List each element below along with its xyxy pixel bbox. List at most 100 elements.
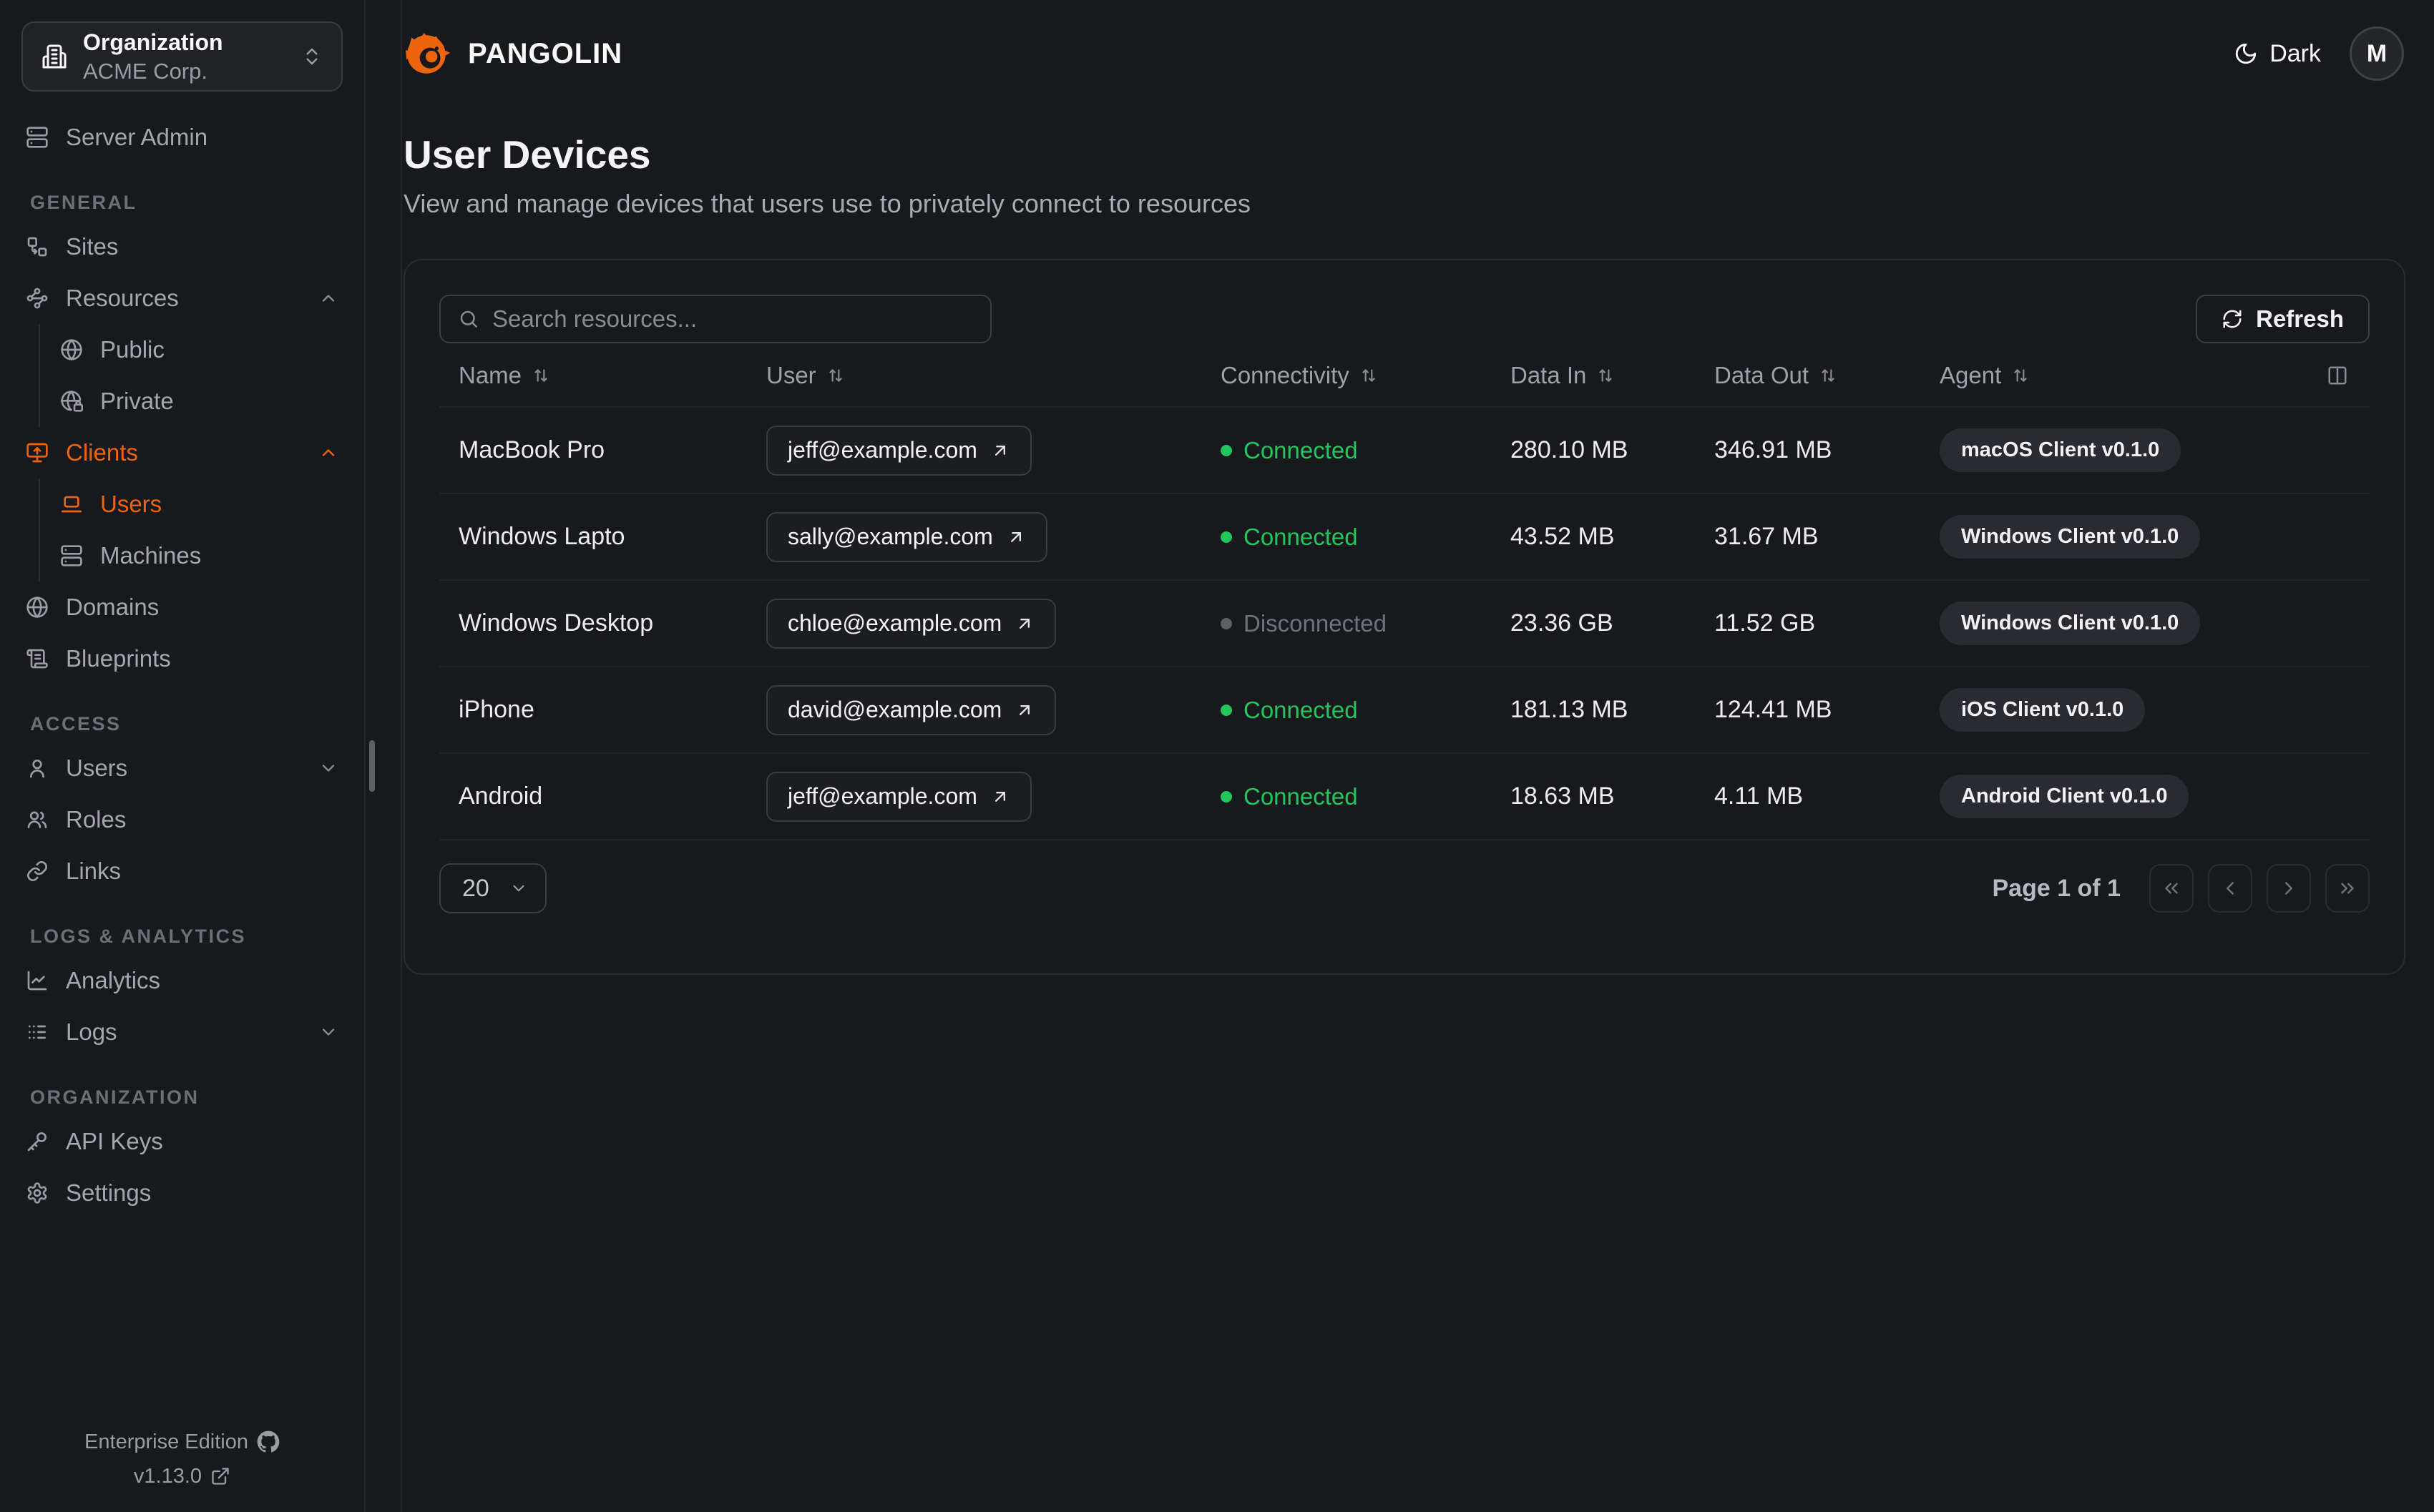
users-icon — [26, 808, 49, 831]
status-dot — [1221, 617, 1232, 629]
github-icon — [257, 1430, 280, 1453]
device-name: Android — [459, 782, 543, 810]
theme-label: Dark — [2269, 39, 2321, 67]
sidebar-item-roles[interactable]: Roles — [26, 794, 338, 845]
section-organization: ORGANIZATION — [30, 1086, 200, 1108]
refresh-button[interactable]: Refresh — [2196, 295, 2370, 343]
sidebar-item-analytics[interactable]: Analytics — [26, 955, 338, 1006]
previous-page-button[interactable] — [2208, 864, 2252, 913]
table-row: iPhone david@example.com Connected 181.1… — [439, 667, 2370, 754]
user-link[interactable]: sally@example.com — [766, 511, 1047, 562]
sidebar-item-domains[interactable]: Domains — [26, 581, 338, 633]
device-name: Windows Lapto — [459, 523, 625, 550]
org-switcher[interactable]: Organization ACME Corp. — [21, 21, 343, 92]
page-size-select[interactable]: 20 — [439, 863, 547, 913]
main-content: PANGOLIN Dark M User Devices View and ma… — [404, 0, 2434, 1512]
status-dot — [1221, 444, 1232, 456]
connectivity-status: Disconnected — [1201, 610, 1491, 637]
user-link[interactable]: chloe@example.com — [766, 598, 1057, 649]
data-in: 181.13 MB — [1510, 696, 1628, 723]
table-footer: 20 Page 1 of 1 — [439, 863, 2370, 913]
data-in: 43.52 MB — [1510, 523, 1615, 550]
chevron-down-icon — [509, 879, 528, 898]
sidebar-item-label: Machines — [100, 542, 202, 569]
status-dot — [1221, 790, 1232, 802]
column-header-data-out[interactable]: Data Out — [1695, 362, 1920, 389]
chevron-up-icon — [318, 288, 338, 308]
arrow-up-right-icon — [990, 787, 1010, 807]
chevron-left-icon — [2219, 878, 2241, 899]
sidebar-item-machines[interactable]: Machines — [60, 530, 338, 581]
last-page-button[interactable] — [2325, 864, 2370, 913]
page-title: User Devices — [404, 132, 651, 177]
edition-link[interactable]: Enterprise Edition — [0, 1425, 364, 1459]
connectivity-status: Connected — [1201, 697, 1491, 724]
sidebar-item-label: Private — [100, 388, 174, 414]
next-page-button[interactable] — [2267, 864, 2311, 913]
section-logs-analytics: LOGS & ANALYTICS — [30, 926, 247, 947]
search-input[interactable] — [492, 305, 973, 333]
user-link[interactable]: jeff@example.com — [766, 771, 1032, 822]
sidebar-item-public[interactable]: Public — [60, 324, 338, 375]
sidebar-item-api-keys[interactable]: API Keys — [26, 1116, 338, 1167]
sidebar-scrollbar-thumb[interactable] — [369, 740, 375, 792]
sidebar-item-settings[interactable]: Settings — [26, 1167, 338, 1219]
user-icon — [26, 757, 49, 780]
connectivity-status: Connected — [1201, 783, 1491, 810]
first-page-button[interactable] — [2149, 864, 2194, 913]
sidebar-item-links[interactable]: Links — [26, 845, 338, 897]
sidebar-item-label: Sites — [66, 233, 119, 260]
sidebar-item-blueprints[interactable]: Blueprints — [26, 633, 338, 684]
sidebar-item-label: Logs — [66, 1018, 117, 1045]
sort-icon — [2011, 366, 2030, 385]
data-in: 18.63 MB — [1510, 782, 1615, 810]
sidebar-item-label: Clients — [66, 439, 138, 466]
column-header-name[interactable]: Name — [439, 362, 747, 389]
sidebar-item-client-users[interactable]: Users — [60, 478, 338, 530]
scroll-text-icon — [26, 647, 49, 670]
user-link[interactable]: jeff@example.com — [766, 425, 1032, 476]
user-link[interactable]: david@example.com — [766, 684, 1057, 735]
gear-icon — [26, 1182, 49, 1204]
sidebar-item-clients[interactable]: Clients — [26, 427, 338, 478]
column-header-connectivity[interactable]: Connectivity — [1201, 362, 1491, 389]
brand[interactable]: PANGOLIN — [404, 30, 622, 77]
page-size-value: 20 — [462, 874, 489, 902]
version-link[interactable]: v1.13.0 — [0, 1459, 364, 1493]
org-switcher-value: ACME Corp. — [83, 58, 207, 84]
theme-toggle[interactable]: Dark — [2234, 40, 2321, 68]
section-access: ACCESS — [30, 713, 122, 735]
sidebar-item-sites[interactable]: Sites — [26, 221, 338, 273]
sidebar-item-server-admin[interactable]: Server Admin — [26, 112, 338, 163]
sidebar-item-label: Resources — [66, 285, 179, 311]
sort-icon — [1596, 366, 1615, 385]
refresh-label: Refresh — [2256, 305, 2344, 332]
sites-icon — [26, 235, 49, 258]
sidebar-item-label: Users — [100, 491, 162, 517]
sidebar-item-label: API Keys — [66, 1128, 163, 1154]
column-header-agent[interactable]: Agent — [1920, 362, 2370, 389]
sort-icon — [826, 366, 845, 385]
sidebar-item-label: Public — [100, 336, 165, 363]
column-header-user[interactable]: User — [747, 362, 1201, 389]
sidebar-resize-rail[interactable] — [367, 0, 402, 1512]
chevron-up-icon — [318, 443, 338, 463]
table-header: Name User Connectivity Data In Data Out … — [439, 345, 2370, 408]
laptop-icon — [60, 493, 83, 516]
column-visibility-icon[interactable] — [2327, 365, 2348, 386]
table-row: MacBook Pro jeff@example.com Connected 2… — [439, 408, 2370, 494]
waypoints-icon — [26, 287, 49, 310]
column-header-data-in[interactable]: Data In — [1491, 362, 1695, 389]
data-in: 280.10 MB — [1510, 436, 1628, 463]
clients-subnav: Users Machines — [39, 478, 338, 581]
key-icon — [26, 1130, 49, 1153]
sidebar-nav: Server Admin GENERAL Sites Resources Pub… — [0, 92, 364, 1219]
sidebar-item-resources[interactable]: Resources — [26, 273, 338, 324]
sidebar-item-users[interactable]: Users — [26, 742, 338, 794]
sidebar-item-label: Roles — [66, 806, 127, 833]
sidebar-item-logs[interactable]: Logs — [26, 1006, 338, 1058]
user-avatar[interactable]: M — [2350, 26, 2404, 81]
chevrons-right-icon — [2337, 878, 2358, 899]
sidebar-item-private[interactable]: Private — [60, 375, 338, 427]
sidebar-item-label: Domains — [66, 594, 160, 620]
